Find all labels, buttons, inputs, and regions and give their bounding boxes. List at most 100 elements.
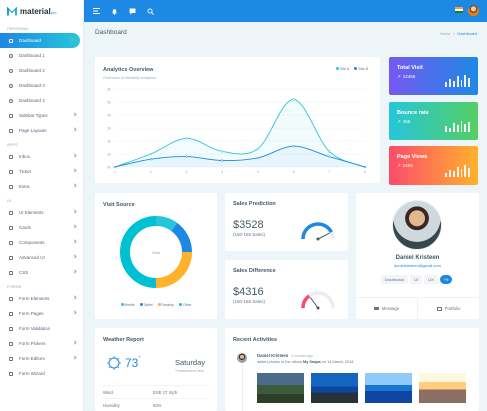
chevron-right-icon [69, 37, 74, 42]
sidebar-item-sidebar-types[interactable]: Sidebar Types [0, 108, 83, 123]
mini-bar [445, 82, 448, 87]
profile-tag[interactable]: UI [410, 275, 423, 284]
mini-bar-chart [445, 120, 470, 132]
visit-source-legend: Mobile Tablet Desktop Other [95, 303, 217, 307]
logo[interactable]: materialpro [0, 0, 83, 22]
chevron-right-icon [72, 112, 77, 117]
user-avatar[interactable] [468, 5, 479, 16]
language-flag-icon[interactable] [455, 7, 463, 13]
y-tick-label: 2k [107, 139, 111, 143]
legend-label: Tablet [143, 303, 153, 307]
sidebar-item-label: Dashboard 4 [19, 98, 45, 103]
sidebar-item-form-editors[interactable]: Form Editors [0, 351, 83, 366]
sidebar-section-label: APPS [7, 142, 18, 147]
activity-album[interactable]: My Snaps [303, 360, 321, 364]
message-button[interactable]: Message [356, 298, 418, 319]
weather-row-value: 83% [153, 402, 162, 408]
stat-tile-page-views: Page Views ↗ 2456 [389, 146, 478, 185]
x-tick-label: 8 [364, 170, 366, 174]
gauge-needle [309, 297, 319, 309]
material-logo-icon [7, 7, 17, 16]
y-tick-label: 1k [107, 152, 111, 156]
tile-title: Bounce rate [397, 110, 429, 116]
chat-icon[interactable] [128, 7, 136, 15]
sales-prediction-value: $3528 [233, 219, 264, 231]
activity-avatar [237, 353, 247, 363]
sidebar-section-label: UI [7, 198, 11, 203]
sidebar-item-form-pages[interactable]: Form Pages [0, 306, 83, 321]
sales-difference-card: Sales Difference $4316 (150-165 Sales) [225, 260, 348, 319]
sidebar-item-inbox[interactable]: Inbox [0, 149, 83, 164]
sidebar-item-dashboard-2[interactable]: Dashboard 2 [0, 63, 83, 78]
stat-tile-total-visit: Total Visit ↗ 12456 [389, 57, 478, 95]
y-tick-label: 5k [107, 100, 111, 104]
sidebar-item-dashboard[interactable]: Dashboard [0, 33, 80, 48]
activity-user[interactable]: Daniel Kristeen [257, 353, 288, 358]
mini-bar [468, 122, 470, 132]
profile-email[interactable]: danielkristeen@gmail.com [356, 263, 479, 268]
sidebar-item-label: Components [19, 240, 45, 245]
sidebar: materialpro PERSONAL Dashboard Dashboard 1… [0, 0, 84, 411]
activity-photo[interactable] [311, 373, 358, 403]
legend-label: Desktop [161, 303, 174, 307]
sidebar-item-form-pickers[interactable]: Form Pickers [0, 336, 83, 351]
thunderstorm-icon [107, 356, 121, 370]
bell-icon[interactable] [110, 7, 118, 15]
editors-icon [8, 356, 14, 362]
legend-swatch [179, 303, 182, 306]
sidebar-item-cards[interactable]: Cards [0, 220, 83, 235]
activity-photo[interactable] [419, 373, 466, 403]
profile-tag[interactable]: +9 [439, 275, 453, 284]
sidebar-item-form-elements[interactable]: Form Elements [0, 291, 83, 306]
profile-name: Daniel Kristeen [395, 255, 440, 261]
portfolio-label: Portfolio [444, 306, 461, 311]
sidebar-item-page-layouts[interactable]: Page Layouts [0, 123, 83, 138]
sidebar-item-label: Sidebar Types [19, 113, 48, 118]
tile-value: 2456 [402, 163, 413, 168]
sales-prediction-gauge [301, 222, 335, 241]
brand-suffix: pro [50, 9, 57, 15]
x-tick-label: 1 [114, 170, 116, 174]
profile-photo[interactable] [392, 200, 442, 250]
activity-photo[interactable] [257, 373, 304, 403]
search-icon[interactable] [146, 7, 154, 15]
sidebar-item-advanced-ui[interactable]: Advanced UI [0, 250, 83, 265]
recent-activities-card: Recent Activities Daniel Kristeen 5 minu… [225, 328, 479, 411]
sidebar-item-form-validation[interactable]: Form Validation [0, 321, 83, 336]
sidebar-item-components[interactable]: Components [0, 235, 83, 250]
sales-difference-sub: (150-165 Sales) [233, 299, 266, 304]
legend-swatch [157, 303, 161, 306]
sidebar-item-ui-elements[interactable]: UI Elements [0, 205, 83, 220]
legend-item: Other [179, 303, 191, 307]
y-tick-label: 4k [107, 113, 111, 117]
sidebar-item-dashboard-1[interactable]: Dashboard 1 [0, 48, 83, 63]
dot-icon [8, 98, 14, 104]
donut-center-label: Visits [151, 251, 161, 255]
weather-row: Wind ESE 17 mph [103, 385, 209, 398]
mini-bar [464, 124, 467, 132]
mini-bar [464, 75, 467, 87]
x-tick-label: 6 [293, 170, 295, 174]
validation-icon [8, 326, 14, 332]
menu-icon[interactable] [92, 7, 100, 15]
profile-tag[interactable]: UX [424, 275, 438, 284]
sidebar-item-css[interactable]: CSS [0, 265, 83, 280]
weather-desc: Thunderstorm Here [175, 369, 204, 373]
sidebar-item-extra[interactable]: Extra [0, 179, 83, 194]
portfolio-button[interactable]: Portfolio [418, 298, 479, 319]
weather-day: Saturday [175, 358, 206, 367]
activity-photo[interactable] [365, 373, 412, 403]
sales-prediction-sub: (150-165 Sales) [233, 232, 266, 237]
profile-tag[interactable]: Dashboard [380, 275, 409, 284]
sidebar-icon [8, 113, 14, 119]
chevron-right-icon [72, 224, 77, 229]
sidebar-item-dashboard-3[interactable]: Dashboard 3 [0, 78, 83, 93]
sidebar-item-label: Form Pickers [19, 341, 46, 346]
sidebar-item-ticket[interactable]: Ticket [0, 164, 83, 179]
arrow-up-icon: ↗ [397, 74, 401, 79]
sidebar-item-label: Form Pages [19, 311, 44, 316]
sidebar-item-dashboard-4[interactable]: Dashboard 4 [0, 93, 83, 108]
breadcrumb-home[interactable]: Home [440, 31, 451, 36]
activity-time: 5 minutes ago [291, 354, 313, 358]
sidebar-item-form-wizard[interactable]: Form Wizard [0, 366, 83, 381]
